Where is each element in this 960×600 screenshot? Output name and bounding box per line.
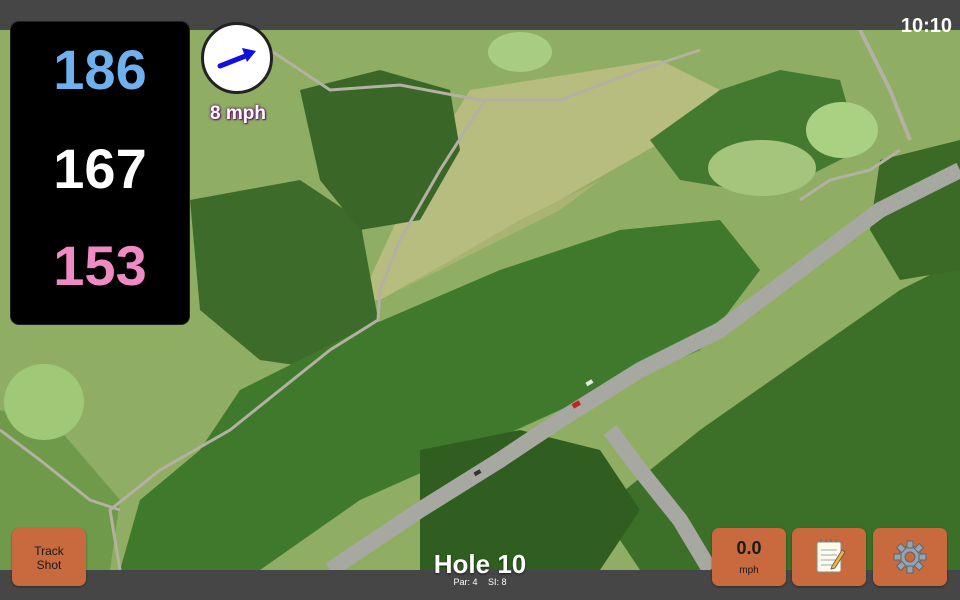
notepad-icon: [816, 539, 846, 573]
distance-panel: 186 167 153: [11, 22, 189, 324]
speed-button[interactable]: 0.0 mph: [712, 528, 786, 586]
speed-unit: mph: [739, 565, 759, 576]
front-distance: 153: [53, 234, 147, 297]
wind-indicator[interactable]: [201, 22, 273, 94]
hole-par: Par: 4: [453, 577, 478, 587]
hole-title: Hole 10: [433, 549, 527, 579]
notes-button[interactable]: [792, 528, 866, 586]
wind-arrow-icon: [217, 48, 256, 69]
hole-stroke-index: SI: 8: [488, 577, 507, 587]
back-distance: 186: [53, 38, 147, 101]
track-shot-button[interactable]: Track Shot: [12, 528, 86, 586]
green-right: [806, 102, 878, 158]
status-clock: 10:10: [900, 15, 952, 37]
settings-button[interactable]: [873, 528, 947, 586]
track-shot-label-line1: Track: [34, 544, 64, 558]
green-left: [4, 364, 84, 440]
hole-info: Par: 4 SI: 8: [380, 577, 580, 587]
green-top: [488, 32, 552, 72]
gear-icon: [893, 540, 927, 574]
wind-speed: 8 mph: [210, 103, 266, 124]
middle-distance: 167: [53, 137, 147, 200]
speed-value: 0.0: [736, 538, 762, 558]
track-shot-label-line2: Shot: [36, 558, 62, 572]
